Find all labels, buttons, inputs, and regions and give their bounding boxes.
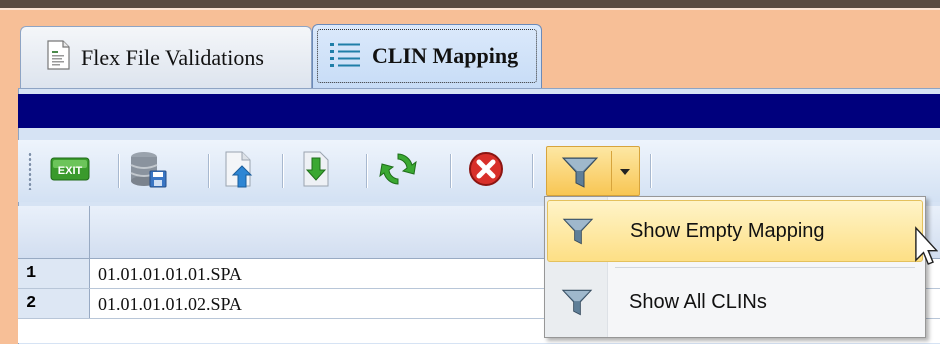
menu-item-show-empty-mapping[interactable]: Show Empty Mapping: [547, 200, 923, 262]
tab-label: CLIN Mapping: [372, 43, 519, 68]
toolbar-separator: [118, 154, 119, 188]
menu-item-label: Show Empty Mapping: [630, 219, 825, 242]
upload-document-icon: [220, 149, 256, 194]
tab-flex-file-validations[interactable]: Flex File Validations: [20, 26, 312, 88]
menu-item-show-all-clins[interactable]: Show All CLINs: [547, 271, 923, 333]
toolbar-separator: [532, 154, 533, 188]
cell-value[interactable]: 01.01.01.01.01.SPA: [98, 264, 242, 285]
save-database-button[interactable]: [126, 150, 170, 192]
toolbar-separator: [282, 154, 283, 188]
delete-icon: [467, 150, 505, 193]
filter-icon: [547, 286, 607, 318]
database-save-icon: [128, 149, 168, 194]
menu-separator: [615, 267, 915, 268]
menu-item-label: Show All CLINs: [629, 290, 767, 313]
filter-icon: [548, 215, 608, 247]
svg-text:EXIT: EXIT: [58, 165, 83, 177]
filter-dropdown-button[interactable]: [546, 146, 640, 196]
list-icon: [328, 40, 362, 73]
toolbar-grip[interactable]: [28, 152, 32, 190]
upload-button[interactable]: [216, 150, 260, 192]
filter-icon: [561, 153, 599, 196]
row-number: 2: [18, 289, 90, 318]
cell-value[interactable]: 01.01.01.01.02.SPA: [98, 294, 242, 315]
row-number: 1: [18, 259, 90, 288]
refresh-button[interactable]: [376, 150, 420, 192]
window-top-border: [0, 0, 940, 8]
refresh-icon: [378, 149, 418, 194]
delete-button[interactable]: [464, 150, 508, 192]
tab-label: Flex File Validations: [81, 44, 264, 70]
exit-button[interactable]: EXIT: [48, 150, 92, 192]
download-button[interactable]: [294, 150, 338, 192]
grid-corner[interactable]: [18, 206, 90, 258]
filter-menu: Show Empty Mapping Show All CLINs: [544, 196, 926, 338]
split-divider: [611, 151, 612, 191]
chevron-down-icon[interactable]: [620, 169, 630, 175]
tab-clin-mapping[interactable]: CLIN Mapping: [312, 24, 542, 90]
title-bar: [18, 94, 940, 128]
window-top-gap: [0, 8, 940, 10]
toolbar-separator: [208, 154, 209, 188]
document-icon: [45, 40, 71, 75]
toolbar-separator: [366, 154, 367, 188]
download-icon: [300, 150, 332, 193]
toolbar-separator: [450, 154, 451, 188]
mouse-cursor-icon: [914, 226, 939, 279]
toolbar-separator: [650, 154, 651, 188]
toolbar: EXIT: [18, 140, 940, 202]
exit-icon: EXIT: [50, 156, 90, 187]
